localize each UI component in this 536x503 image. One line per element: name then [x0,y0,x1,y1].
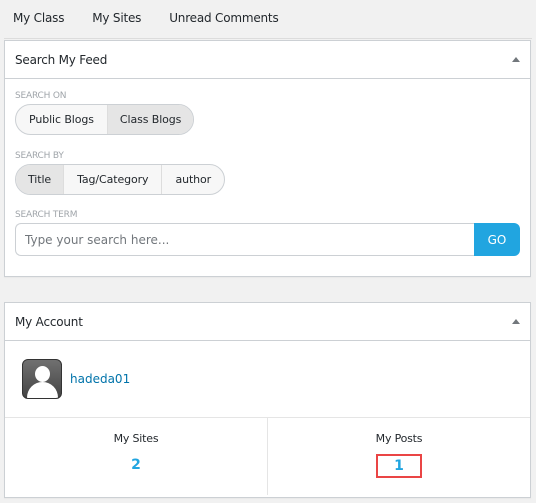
nav-divider [4,38,532,39]
search-term-label: SEARCH TERM [15,210,78,220]
search-on-label: SEARCH ON [15,91,67,101]
my-posts-count-link[interactable]: 1 [376,454,422,478]
option-author[interactable]: author [162,165,224,194]
search-panel-header[interactable]: Search My Feed [5,41,530,79]
option-class-blogs[interactable]: Class Blogs [107,105,194,134]
account-panel-header[interactable]: My Account [5,303,530,341]
search-by-label: SEARCH BY [15,151,64,161]
search-feed-panel: Search My Feed SEARCH ON Public Blogs Cl… [4,40,531,277]
my-sites-count-link[interactable]: 2 [114,454,158,476]
top-navigation: My Class My Sites Unread Comments [0,0,536,36]
go-button[interactable]: GO [474,223,520,256]
option-title[interactable]: Title [16,165,65,194]
search-on-toggle-group: Public Blogs Class Blogs [15,104,195,135]
search-input[interactable] [15,223,474,256]
stat-label: My Posts [375,432,423,445]
option-tag-category[interactable]: Tag/Category [64,165,163,194]
user-row: hadeda01 [5,341,530,417]
my-account-panel: My Account hadeda01 My Sites 2 My Posts … [4,302,531,498]
option-public-blogs[interactable]: Public Blogs [16,105,108,134]
search-panel-body: SEARCH ON Public Blogs Class Blogs SEARC… [5,79,530,256]
account-stats: My Sites 2 My Posts 1 [5,417,530,495]
nav-my-class[interactable]: My Class [13,11,64,25]
nav-my-sites[interactable]: My Sites [92,11,141,25]
search-row: GO [15,223,520,256]
nav-unread-comments[interactable]: Unread Comments [169,11,278,25]
search-panel-title: Search My Feed [15,52,108,67]
user-avatar-icon[interactable] [22,359,62,399]
stat-my-posts: My Posts 1 [267,418,530,495]
search-by-toggle-group: Title Tag/Category author [15,164,226,195]
account-panel-title: My Account [15,314,83,329]
username-link[interactable]: hadeda01 [70,372,130,386]
stat-my-sites: My Sites 2 [5,418,267,495]
collapse-triangle-icon[interactable] [512,319,520,324]
collapse-triangle-icon[interactable] [512,57,520,62]
stat-label: My Sites [113,432,159,445]
